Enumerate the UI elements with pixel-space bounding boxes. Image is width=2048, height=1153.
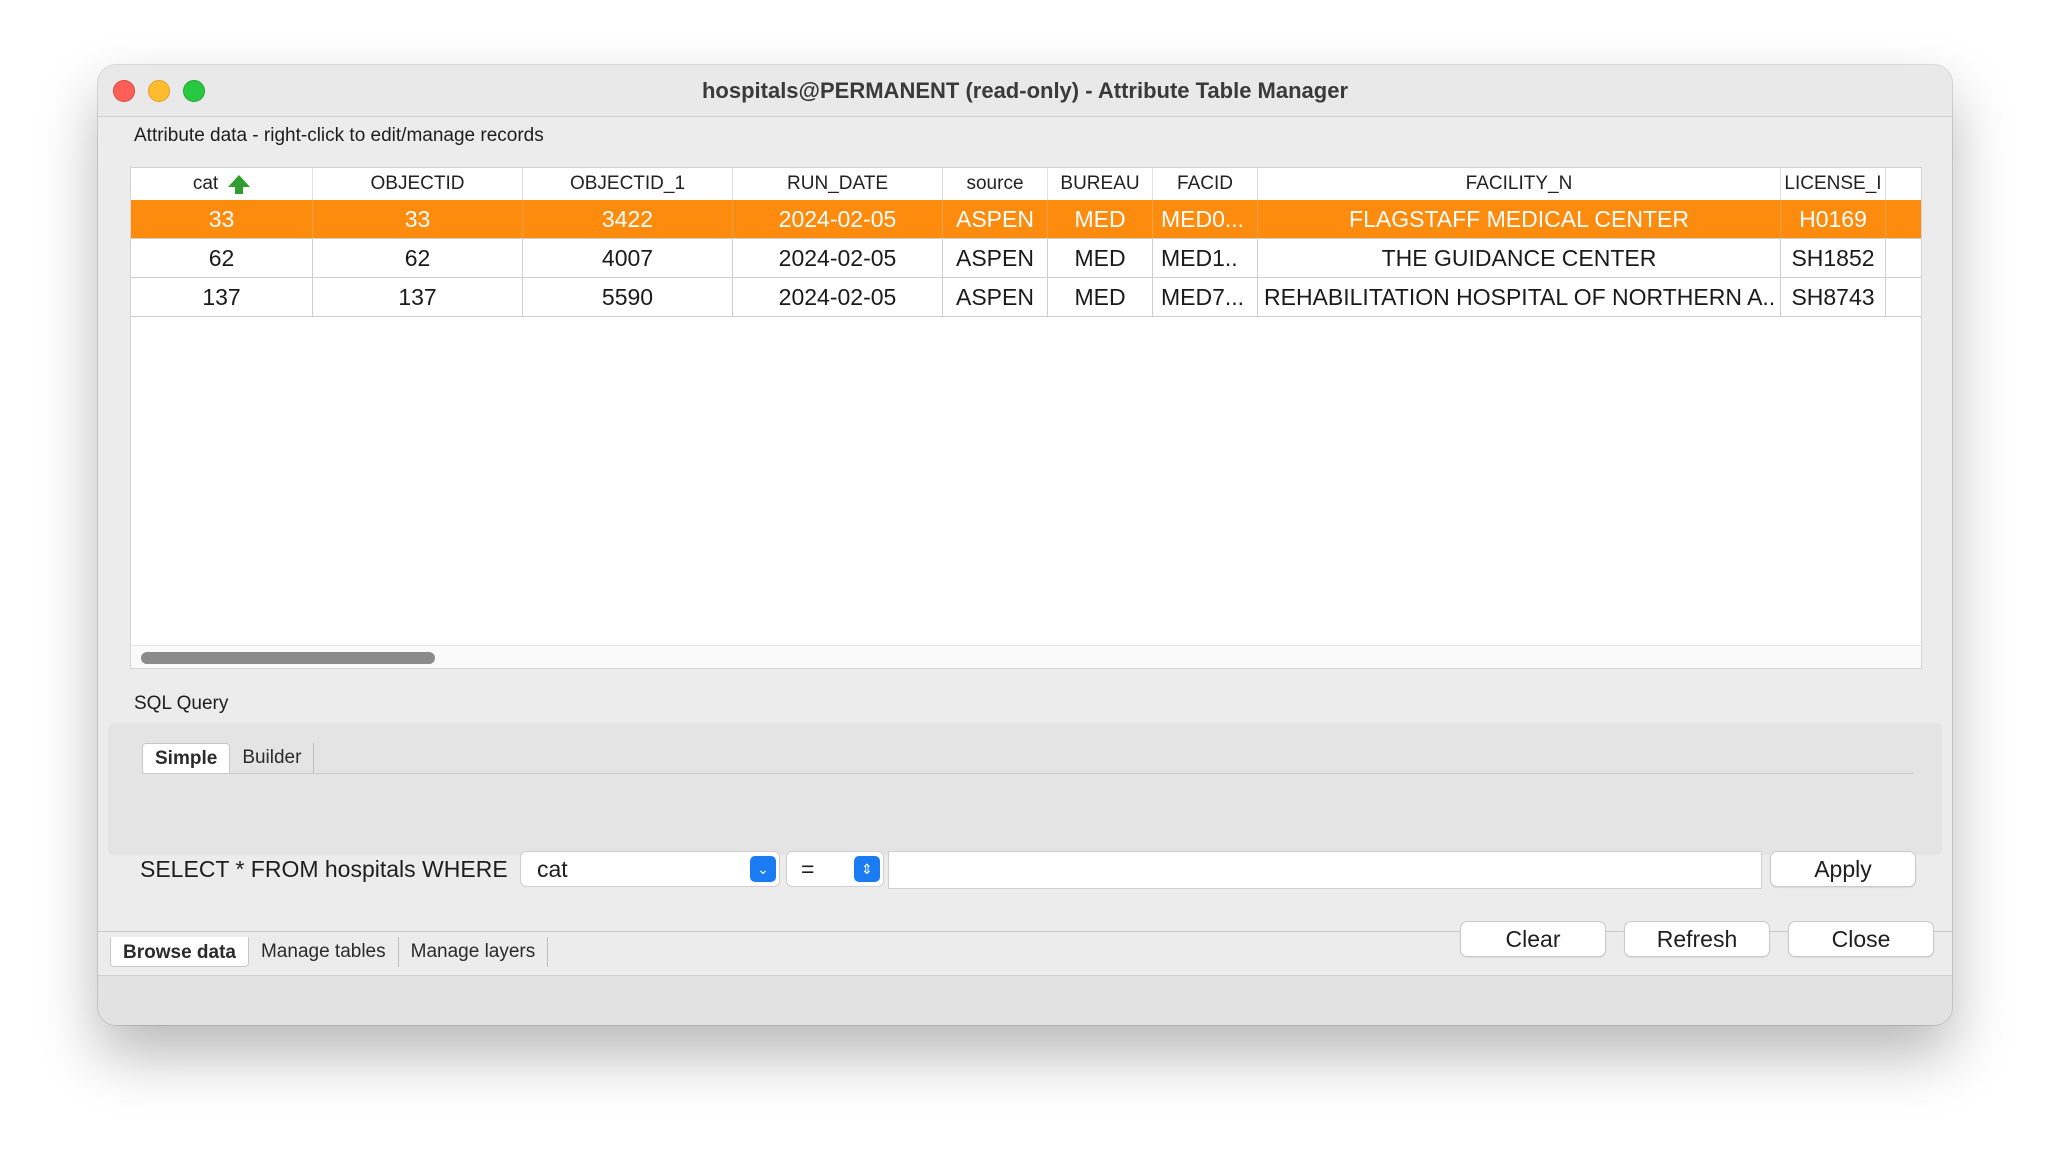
table-cell[interactable]: MED7... [1153, 278, 1258, 316]
attribute-data-label: Attribute data - right-click to edit/man… [134, 125, 544, 146]
table-cell[interactable]: FLAGSTAFF MEDICAL CENTER [1258, 200, 1781, 238]
clear-button[interactable]: Clear [1460, 921, 1606, 957]
attribute-table[interactable]: cat OBJECTID OBJECTID_1 RUN_DATE source … [130, 167, 1922, 669]
table-cell[interactable]: 33 [131, 200, 313, 238]
sql-query-label: SQL Query [134, 693, 229, 714]
value-input[interactable] [888, 851, 1762, 889]
table-cell-filler [1886, 239, 1921, 277]
column-header-cat[interactable]: cat [131, 168, 313, 200]
column-header-run-date[interactable]: RUN_DATE [733, 168, 943, 200]
table-cell[interactable]: 2024-02-05 [733, 200, 943, 238]
sql-tab-underline [142, 773, 1914, 774]
sql-tab-bar: Simple Builder [142, 743, 315, 773]
table-cell-filler [1886, 278, 1921, 316]
table-cell[interactable]: MED1.. [1153, 239, 1258, 277]
horizontal-scrollbar[interactable] [131, 645, 1921, 668]
table-cell-filler [1886, 200, 1921, 238]
window-title: hospitals@PERMANENT (read-only) - Attrib… [701, 78, 1349, 103]
table-cell[interactable]: 62 [313, 239, 523, 277]
tab-builder[interactable]: Builder [230, 743, 315, 773]
table-cell[interactable]: ASPEN [943, 278, 1048, 316]
tab-simple[interactable]: Simple [142, 743, 231, 773]
title-bar: hospitals@PERMANENT (read-only) - Attrib… [98, 65, 1952, 117]
column-header-filler [1886, 168, 1921, 200]
refresh-button[interactable]: Refresh [1624, 921, 1770, 957]
table-cell[interactable]: H0169 [1781, 200, 1886, 238]
table-cell[interactable]: 137 [313, 278, 523, 316]
column-header-objectid-1[interactable]: OBJECTID_1 [523, 168, 733, 200]
table-header: cat OBJECTID OBJECTID_1 RUN_DATE source … [131, 168, 1921, 200]
chevron-down-icon: ⌄ [750, 856, 776, 882]
scrollbar-thumb[interactable] [141, 652, 435, 664]
table-cell[interactable]: MED [1048, 239, 1153, 277]
table-cell[interactable]: 33 [313, 200, 523, 238]
table-cell[interactable]: SH1852 [1781, 239, 1886, 277]
table-cell[interactable]: THE GUIDANCE CENTER [1258, 239, 1781, 277]
attribute-table-window: hospitals@PERMANENT (read-only) - Attrib… [98, 65, 1952, 1025]
table-cell[interactable]: 2024-02-05 [733, 239, 943, 277]
table-cell[interactable]: 4007 [523, 239, 733, 277]
tab-browse-data[interactable]: Browse data [110, 937, 249, 967]
operator-select[interactable]: = ⇕ [786, 851, 884, 887]
table-cell[interactable]: SH8743 [1781, 278, 1886, 316]
column-header-bureau[interactable]: BUREAU [1048, 168, 1153, 200]
table-row[interactable]: 33 33 3422 2024-02-05 ASPEN MED MED0... … [131, 200, 1921, 239]
sql-query-panel [108, 723, 1942, 855]
table-cell[interactable]: 5590 [523, 278, 733, 316]
table-cell[interactable]: MED [1048, 278, 1153, 316]
tab-manage-tables[interactable]: Manage tables [249, 937, 399, 967]
sort-ascending-arrow-icon [228, 174, 251, 194]
apply-button[interactable]: Apply [1770, 851, 1916, 887]
table-cell[interactable]: 137 [131, 278, 313, 316]
column-header-source[interactable]: source [943, 168, 1048, 200]
table-cell[interactable]: 3422 [523, 200, 733, 238]
table-row[interactable]: 62 62 4007 2024-02-05 ASPEN MED MED1.. T… [131, 239, 1921, 278]
table-cell[interactable]: 2024-02-05 [733, 278, 943, 316]
column-header-facid[interactable]: FACID [1153, 168, 1258, 200]
table-cell[interactable]: MED [1048, 200, 1153, 238]
table-cell[interactable]: REHABILITATION HOSPITAL OF NORTHERN A.. [1258, 278, 1781, 316]
column-header-license-i[interactable]: LICENSE_I [1781, 168, 1886, 200]
column-header-objectid[interactable]: OBJECTID [313, 168, 523, 200]
main-tab-bar: Browse data Manage tables Manage layers [110, 937, 549, 967]
column-header-facility-n[interactable]: FACILITY_N [1258, 168, 1781, 200]
window-footer [98, 975, 1952, 1025]
sql-prefix-text: SELECT * FROM hospitals WHERE [140, 856, 508, 882]
up-down-chevron-icon: ⇕ [854, 856, 880, 882]
table-row[interactable]: 137 137 5590 2024-02-05 ASPEN MED MED7..… [131, 278, 1921, 317]
table-body: 33 33 3422 2024-02-05 ASPEN MED MED0... … [131, 200, 1921, 317]
close-button[interactable]: Close [1788, 921, 1934, 957]
table-cell[interactable]: 62 [131, 239, 313, 277]
table-cell[interactable]: MED0... [1153, 200, 1258, 238]
tab-manage-layers[interactable]: Manage layers [399, 937, 549, 967]
table-cell[interactable]: ASPEN [943, 239, 1048, 277]
column-select[interactable]: cat ⌄ [520, 851, 780, 887]
table-cell[interactable]: ASPEN [943, 200, 1048, 238]
